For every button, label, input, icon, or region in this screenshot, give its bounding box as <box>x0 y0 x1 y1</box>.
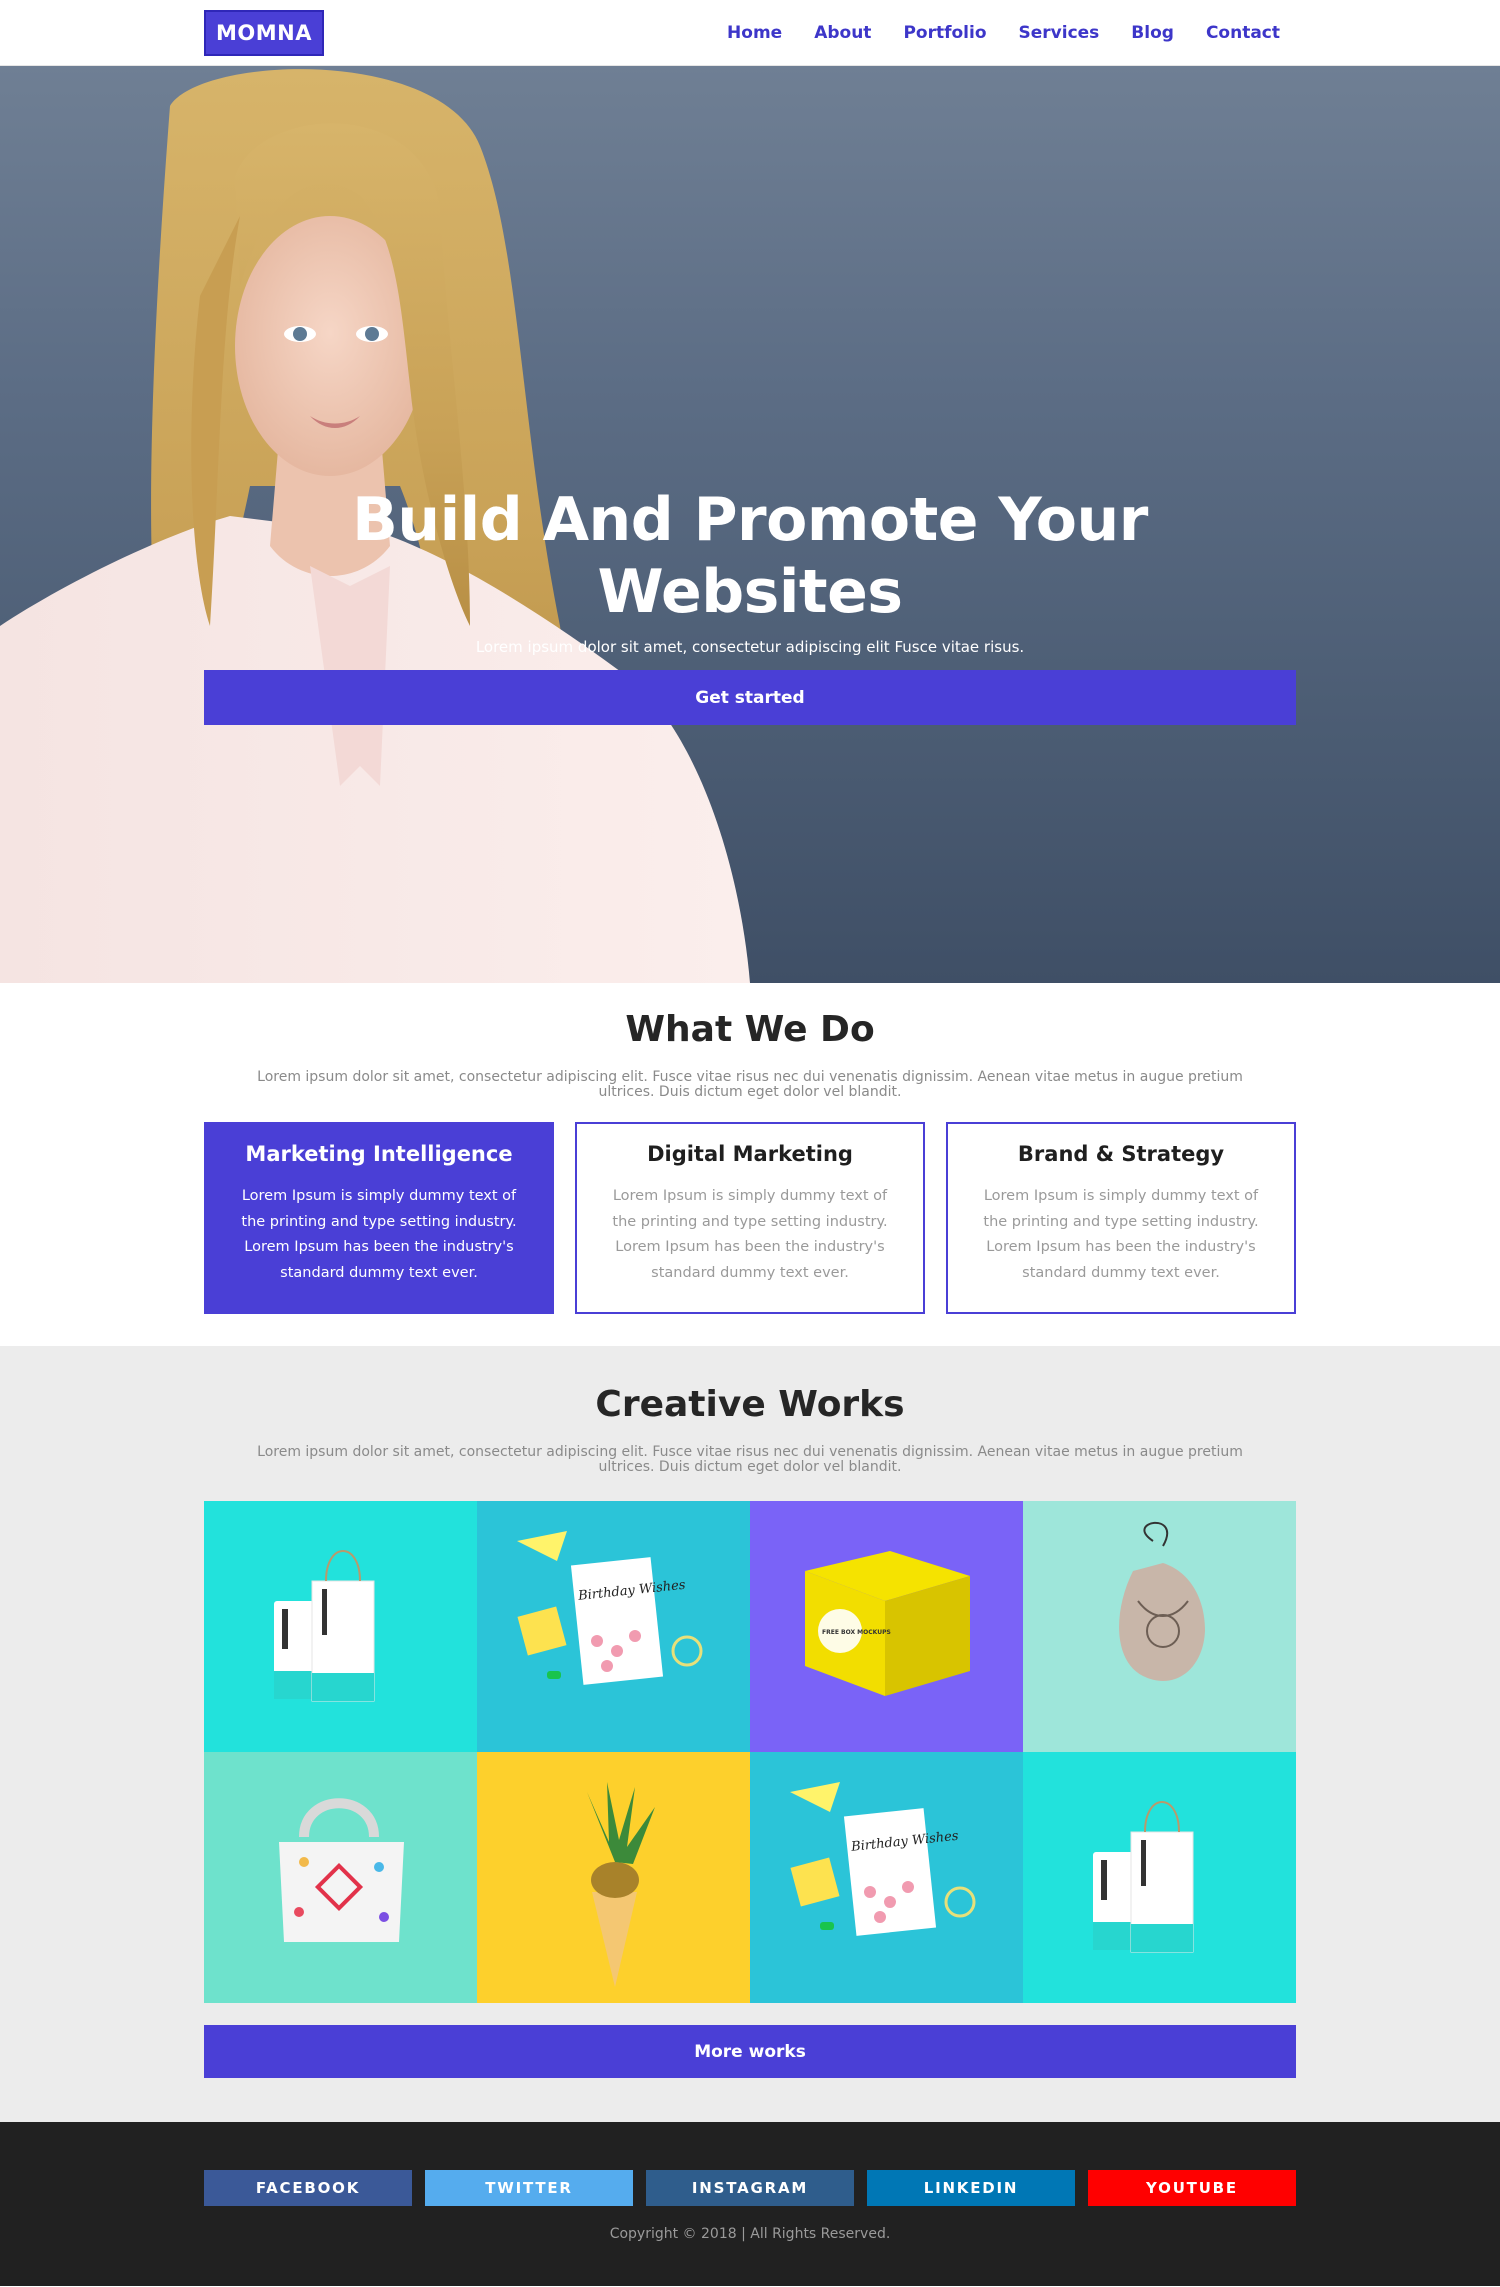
bag-pack-illustration <box>274 1550 375 1702</box>
yellow-box-illustration: FREE BOX MOCKUPS <box>805 1551 970 1696</box>
portfolio-tile-tote-bag[interactable] <box>204 1752 477 2003</box>
pineapple-cone-illustration <box>587 1782 655 1987</box>
footer: FACEBOOK TWITTER INSTAGRAM LINKEDIN YOUTUBE … <box>0 2122 1500 2286</box>
service-card-marketing-intelligence[interactable]: Marketing Intelligence Lorem Ipsum is si… <box>204 1122 554 1314</box>
bag-pack-illustration <box>1093 1801 1194 1953</box>
social-button-youtube[interactable]: YOUTUBE <box>1088 2170 1296 2206</box>
tote-bag-illustration <box>279 1798 404 1942</box>
social-links: FACEBOOK TWITTER INSTAGRAM LINKEDIN YOUTUBE <box>204 2170 1296 2206</box>
creative-works-section: Creative Works Lorem ipsum dolor sit ame… <box>0 1346 1500 2122</box>
social-button-instagram[interactable]: INSTAGRAM <box>646 2170 854 2206</box>
box-label-text: FREE BOX MOCKUPS <box>822 1629 891 1636</box>
nav-link-home[interactable]: Home <box>727 23 782 43</box>
hero-title: Build And Promote Your Websites <box>352 485 1148 627</box>
nav-link-portfolio[interactable]: Portfolio <box>903 23 986 43</box>
what-we-do-section: What We Do Lorem ipsum dolor sit amet, c… <box>0 983 1500 1346</box>
social-button-linkedin[interactable]: LINKEDIN <box>867 2170 1075 2206</box>
social-button-facebook[interactable]: FACEBOOK <box>204 2170 412 2206</box>
card-text: Lorem Ipsum is simply dummy text of the … <box>612 1188 888 1281</box>
card-title: Brand & Strategy <box>1017 1142 1225 1166</box>
hero-content: Build And Promote Your Websites Lorem ip… <box>0 484 1500 725</box>
service-card-digital-marketing[interactable]: Digital Marketing Lorem Ipsum is simply … <box>575 1122 925 1314</box>
nav-link-contact[interactable]: Contact <box>1206 23 1280 43</box>
nav-link-blog[interactable]: Blog <box>1131 23 1174 43</box>
section-description: Lorem ipsum dolor sit amet, consectetur … <box>257 1069 1243 1100</box>
section-title-what-we-do: What We Do <box>625 1009 875 1050</box>
birthday-card-illustration: Birthday Wishes <box>790 1782 976 1936</box>
portfolio-tile-bag-pack[interactable] <box>1023 1752 1296 2003</box>
portfolio-tile-bag-pack[interactable] <box>204 1501 477 1752</box>
section-title-creative-works: Creative Works <box>595 1384 905 1425</box>
navbar: MOMNA Home About Portfolio Services Blog… <box>0 0 1500 66</box>
social-button-twitter[interactable]: TWITTER <box>425 2170 633 2206</box>
service-card-brand-strategy[interactable]: Brand & Strategy Lorem Ipsum is simply d… <box>946 1122 1296 1314</box>
more-works-button[interactable]: More works <box>204 2025 1296 2078</box>
portfolio-grid: Birthday Wishes FREE BOX MOCKUPS Birthda… <box>204 1501 1296 2003</box>
portfolio-tile-pouch[interactable] <box>1023 1501 1296 1752</box>
card-title: Marketing Intelligence <box>245 1142 513 1166</box>
pouch-illustration <box>1119 1521 1205 1681</box>
portfolio-tile-pineapple-cone[interactable] <box>477 1752 750 2003</box>
nav-link-services[interactable]: Services <box>1019 23 1100 43</box>
card-text: Lorem Ipsum is simply dummy text of the … <box>983 1188 1259 1281</box>
nav-links: Home About Portfolio Services Blog Conta… <box>727 23 1280 43</box>
card-text: Lorem Ipsum is simply dummy text of the … <box>241 1188 517 1281</box>
hero-subtitle: Lorem ipsum dolor sit amet, consectetur … <box>475 638 1025 656</box>
card-title: Digital Marketing <box>647 1142 853 1166</box>
nav-link-about[interactable]: About <box>814 23 871 43</box>
logo[interactable]: MOMNA <box>204 10 324 56</box>
hero-section: Build And Promote Your Websites Lorem ip… <box>0 66 1500 983</box>
portfolio-tile-yellow-box[interactable]: FREE BOX MOCKUPS <box>750 1501 1023 1752</box>
get-started-button[interactable]: Get started <box>204 670 1296 725</box>
portfolio-tile-birthday-card[interactable]: Birthday Wishes <box>477 1501 750 1752</box>
service-cards: Marketing Intelligence Lorem Ipsum is si… <box>204 1122 1296 1314</box>
portfolio-tile-birthday-card[interactable]: Birthday Wishes <box>750 1752 1023 2003</box>
birthday-card-illustration: Birthday Wishes <box>517 1531 703 1685</box>
section-description: Lorem ipsum dolor sit amet, consectetur … <box>257 1444 1243 1475</box>
copyright: Copyright © 2018 | All Rights Reserved. <box>609 2226 891 2242</box>
